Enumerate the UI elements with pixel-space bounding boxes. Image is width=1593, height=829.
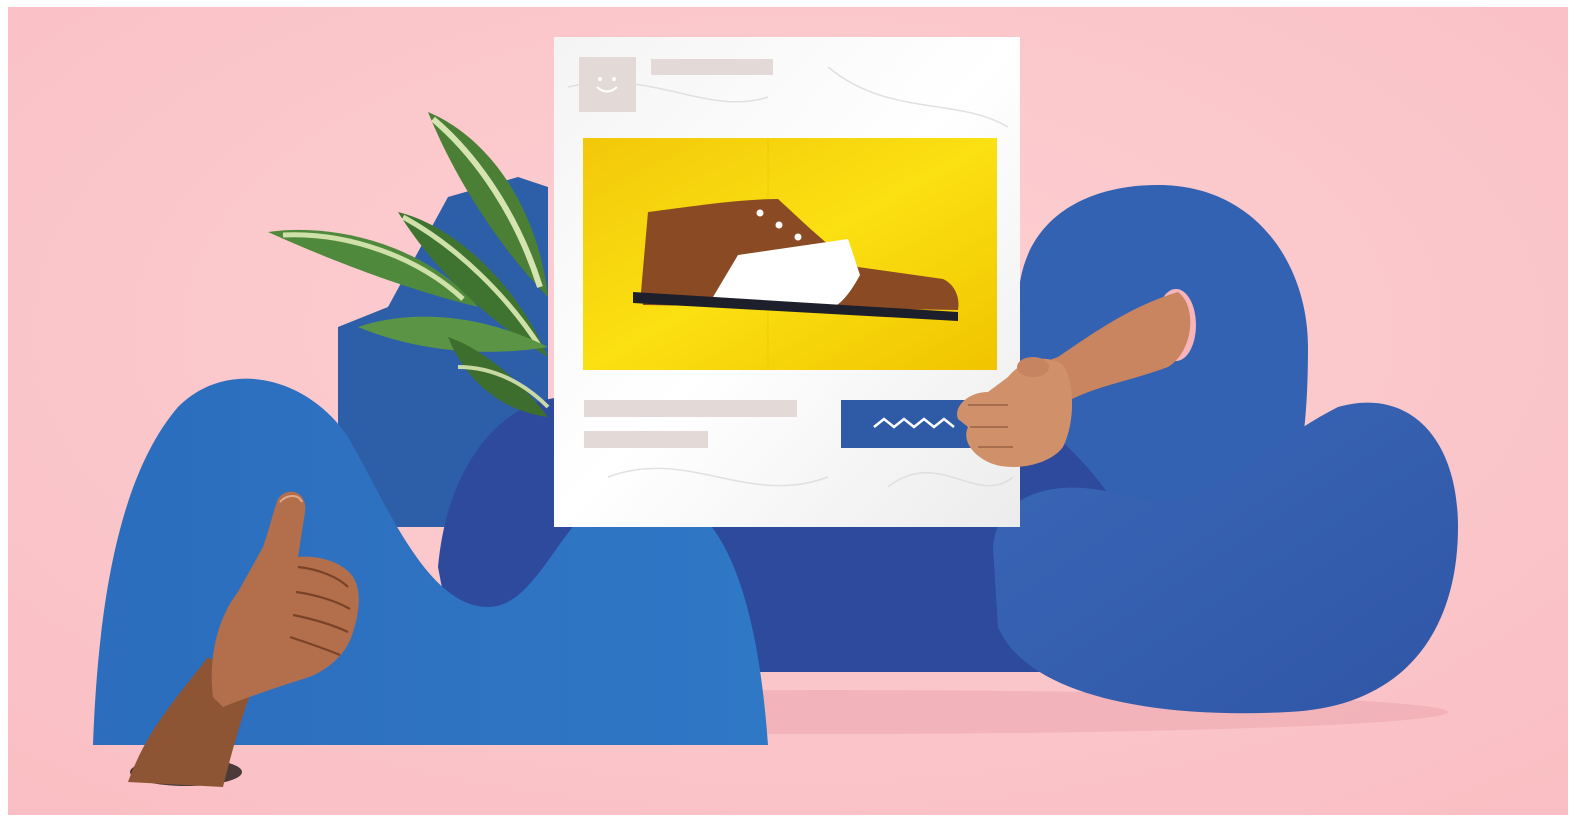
description-bar-2 <box>584 431 708 448</box>
illustration-svg <box>8 7 1568 815</box>
title-placeholder-bar <box>651 59 773 75</box>
image-frame <box>0 0 1593 829</box>
product-card <box>554 37 1020 527</box>
avatar-box <box>579 57 636 112</box>
description-bar-1 <box>584 400 797 417</box>
illustration-scene <box>8 7 1568 815</box>
